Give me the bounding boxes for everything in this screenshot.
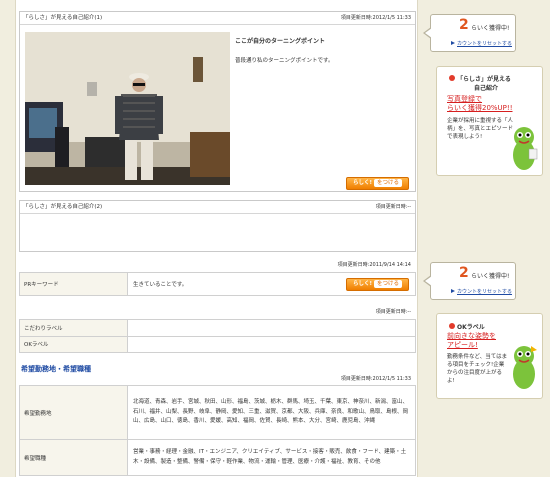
kodawari-table: こだわりラベル OKラベル [19,319,416,353]
kodawari-value-1 [127,319,416,337]
desired-table: 希望勤務地 北海道、青森、岩手、宮城、秋田、山形、福島、茨城、栃木、群馬、埼玉、… [19,385,416,476]
reset-count-link-1[interactable]: カウントをリセットする [457,40,512,47]
desired-updated: 項目更新日時:2012/1/5 11:33 [340,376,411,382]
promo-1-text: 企業が採用に重視する「人柄」を、写真とエピソードで表現しよう! [447,118,514,140]
like-count-number-2: 2 [459,265,469,281]
job-label: 希望職種 [19,439,128,476]
like-button-1-label: らしく! [352,180,372,186]
kodawari-value-2 [127,335,416,353]
promo-2-red-1[interactable]: 前向きな姿勢を [447,332,496,341]
pr-label: PRキーワード [19,272,128,296]
like-count-number-1: 2 [459,17,469,33]
promo-1-title-2: 自己紹介 [474,85,499,92]
main-content: 「らしさ」が見える自己紹介(1) 項目更新日時:2012/1/5 11:33 こ… [15,0,418,477]
promo-2-text: 勤務条件など、当てはまる項目をチェック!企業からの注目度が上がるよ! [447,354,508,384]
like-count-text-2: らいく獲得中! [471,273,510,280]
table-row: OKラベル [19,335,416,353]
photo-promo-card[interactable]: 「らしさ」が見える 自己紹介 写真登録で らいく獲得20%UP!! 企業が採用に… [436,66,543,176]
play-icon [451,41,455,45]
pr-updated: 項目更新日時:2011/9/14 14:14 [337,262,411,268]
callout-arrow-inner [425,276,432,286]
like-button-1[interactable]: らしく! をつける [346,177,409,190]
intro-2-updated: 項目更新日時:-- [375,204,411,210]
kodawari-label-1: こだわりラベル [19,319,128,337]
intro-photo [25,32,230,185]
intro-box-2: 「らしさ」が見える自己紹介(2) 項目更新日時:-- [19,200,416,252]
intro-2-title: 「らしさ」が見える自己紹介(2) [23,204,103,210]
promo-1-red-2[interactable]: らいく獲得20%UP!! [447,104,513,113]
desired-section-title: 希望勤務地・希望職種 [21,365,91,373]
reset-count-link-2[interactable]: カウントをリセットする [457,288,512,295]
promo-1-red-1[interactable]: 写真登録で [447,95,482,104]
mascot-icon [513,127,538,170]
like-button-1-inner: をつける [374,179,403,187]
like-count-callout-2: 2 らいく獲得中! カウントをリセットする [423,262,516,300]
callout-arrow-inner [425,28,432,38]
kodawari-updated: 項目更新日時:-- [375,309,411,315]
intro-1-title: 「らしさ」が見える自己紹介(1) [23,15,103,21]
table-row: 希望勤務地 北海道、青森、岩手、宮城、秋田、山形、福島、茨城、栃木、群馬、埼玉、… [19,385,416,440]
bullet-icon [449,75,455,81]
mascot-icon [513,346,537,389]
like-count-callout-1: 2 らいく獲得中! カウントをリセットする [423,14,516,52]
table-row: 希望職種 営業・事務・経理・金融、IT・エンジニア、クリエイティブ、サービス・接… [19,439,416,476]
like-button-2-label: らしく! [352,281,372,287]
like-button-2-inner: をつける [374,280,403,288]
like-button-2[interactable]: らしく! をつける [346,278,409,291]
location-value: 北海道、青森、岩手、宮城、秋田、山形、福島、茨城、栃木、群馬、埼玉、千葉、東京、… [127,385,416,440]
ok-label-promo-card[interactable]: OKラベル 前向きな姿勢を アピール! 勤務条件など、当てはまる項目をチェック!… [436,313,543,399]
promo-2-red-2[interactable]: アピール! [447,341,478,350]
intro-box-2-header: 「らしさ」が見える自己紹介(2) 項目更新日時:-- [20,201,415,214]
intro-body: 普段通り私のターニングポイントです。 [235,58,334,64]
bullet-icon [449,323,455,329]
table-row: こだわりラベル [19,319,416,337]
intro-box-1: 「らしさ」が見える自己紹介(1) 項目更新日時:2012/1/5 11:33 こ… [19,11,416,192]
intro-1-updated: 項目更新日時:2012/1/5 11:33 [340,15,411,21]
like-count-text-1: らいく獲得中! [471,25,510,32]
kodawari-label-2: OKラベル [19,335,128,353]
play-icon [451,289,455,293]
intro-box-1-header: 「らしさ」が見える自己紹介(1) 項目更新日時:2012/1/5 11:33 [20,12,415,25]
promo-2-title: OKラベル [457,324,485,331]
promo-1-title-1: 「らしさ」が見える [457,76,511,83]
intro-heading: ここが自分のターニングポイント [235,38,326,45]
location-label: 希望勤務地 [19,385,128,440]
job-value: 営業・事務・経理・金融、IT・エンジニア、クリエイティブ、サービス・接客・販売、… [127,439,416,476]
pr-value: 生きていることです。 [133,282,188,288]
